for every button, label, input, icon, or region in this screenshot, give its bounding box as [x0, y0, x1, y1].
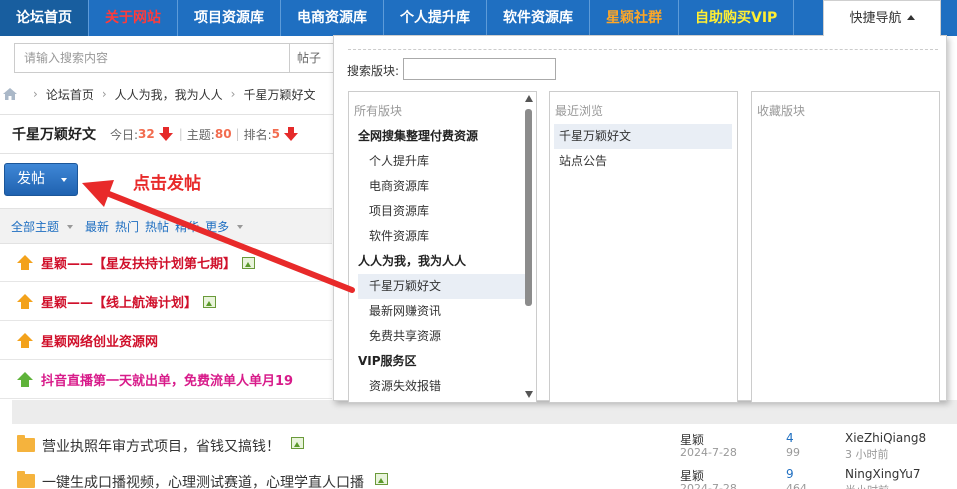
annotation-arrow: [82, 180, 355, 293]
